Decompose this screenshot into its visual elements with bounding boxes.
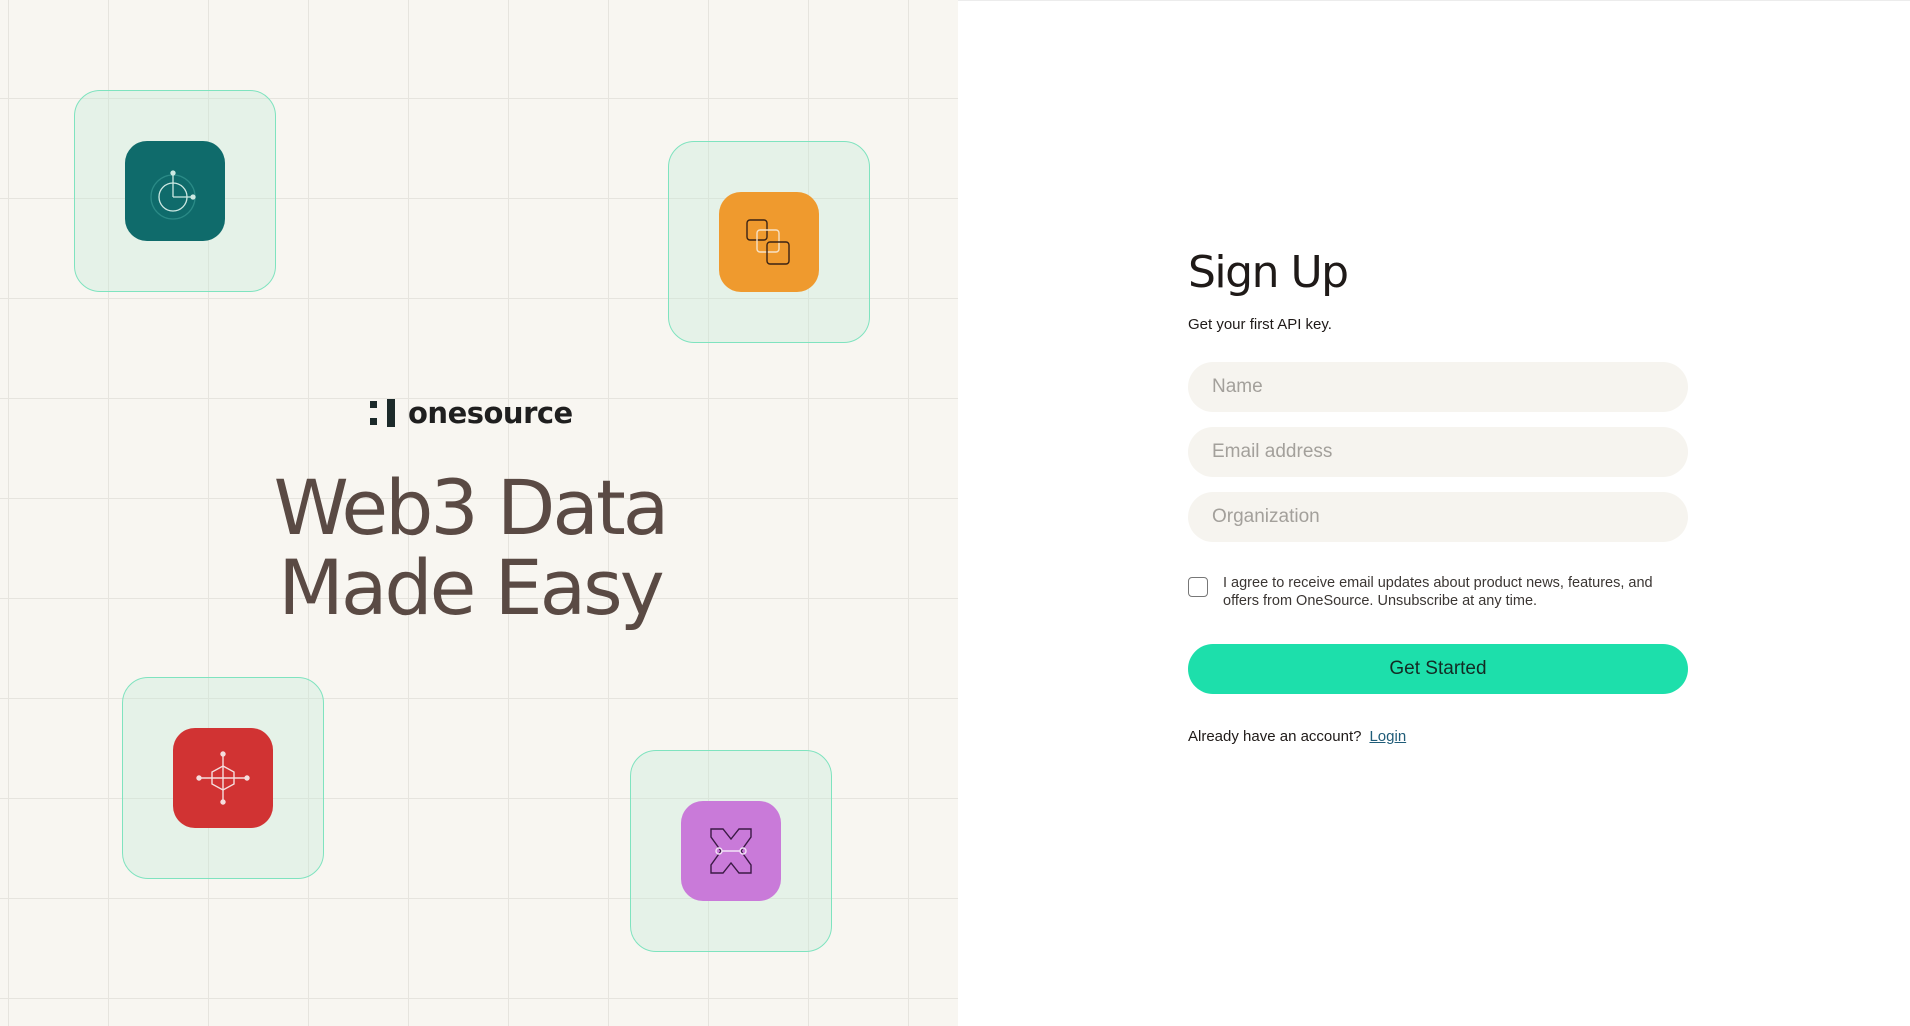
consent-row: I agree to receive email updates about p… [1188,574,1688,610]
teal-tile [74,90,276,292]
x-link-icon [681,801,781,901]
login-link[interactable]: Login [1369,728,1406,745]
hexagon-crosshair-icon [173,728,273,828]
name-field[interactable] [1188,362,1688,412]
brand-name: onesource [408,396,573,430]
brand-logo: onesource [370,396,573,430]
red-tile [122,677,324,879]
consent-checkbox[interactable] [1188,577,1208,597]
hero-panel: onesource Web3 Data Made Easy [0,0,958,1026]
signup-form: Sign Up Get your first API key. I agree … [1188,247,1688,745]
login-prompt: Already have an account? [1188,728,1362,745]
hero-headline-line1: Web3 Data [273,463,670,552]
login-row: Already have an account? Login [1188,728,1688,745]
form-subtitle: Get your first API key. [1188,316,1332,333]
page-title: Sign Up [1188,247,1349,298]
signup-panel: Sign Up Get your first API key. I agree … [958,0,1910,1026]
radar-icon [125,141,225,241]
onesource-logo-icon [370,399,395,427]
stacked-squares-icon [719,192,819,292]
email-field[interactable] [1188,427,1688,477]
get-started-button[interactable]: Get Started [1188,644,1688,694]
hero-headline: Web3 Data Made Easy [230,468,710,628]
purple-tile [630,750,832,952]
consent-text: I agree to receive email updates about p… [1223,575,1653,609]
orange-tile [668,141,870,343]
hero-headline-line2: Made Easy [278,543,664,632]
organization-field[interactable] [1188,492,1688,542]
